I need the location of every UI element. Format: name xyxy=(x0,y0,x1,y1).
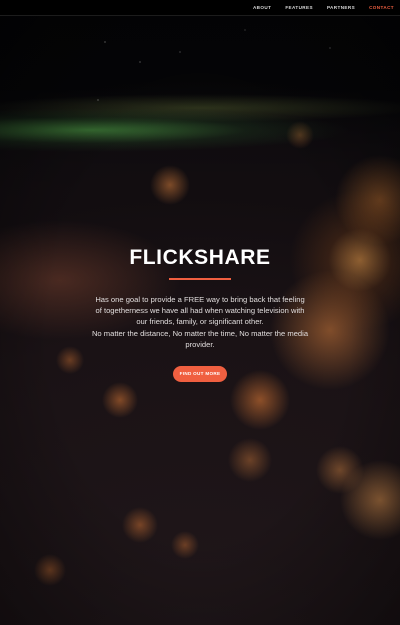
nav-link-contact[interactable]: CONTACT xyxy=(369,5,394,10)
hero-section: FLICKSHARE Has one goal to provide a FRE… xyxy=(0,245,400,383)
hero-description-paragraph-1: Has one goal to provide a FREE way to br… xyxy=(95,295,305,327)
landing-page: ABOUT FEATURES PARTNERS CONTACT FLICKSHA… xyxy=(0,0,400,625)
find-out-more-button[interactable]: FIND OUT MORE xyxy=(173,366,227,383)
top-navbar: ABOUT FEATURES PARTNERS CONTACT xyxy=(0,0,400,16)
title-divider xyxy=(169,278,231,280)
nav-link-about[interactable]: ABOUT xyxy=(253,5,271,10)
hero-title: FLICKSHARE xyxy=(129,246,271,269)
hero-description: Has one goal to provide a FREE way to br… xyxy=(92,294,308,350)
nav-link-features[interactable]: FEATURES xyxy=(285,5,313,10)
nav-link-partners[interactable]: PARTNERS xyxy=(327,5,355,10)
hero-description-paragraph-2: No matter the distance, No matter the ti… xyxy=(91,328,309,349)
